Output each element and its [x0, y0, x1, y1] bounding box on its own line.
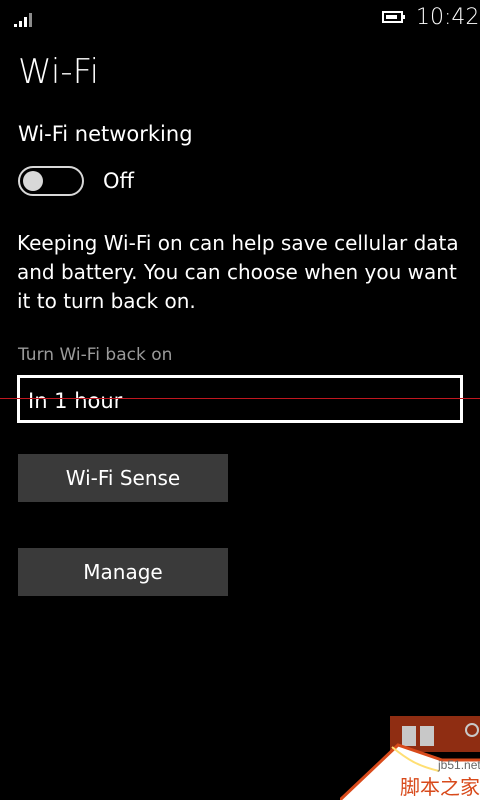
- page-title: Wi-Fi: [18, 52, 100, 92]
- status-time: 10:42: [416, 5, 480, 30]
- turn-wifi-back-on-label: Turn Wi-Fi back on: [18, 345, 173, 365]
- battery-icon: [382, 11, 405, 23]
- signal-strength-icon: [14, 13, 32, 27]
- turn-wifi-back-on-select[interactable]: In 1 hour: [17, 375, 463, 423]
- wifi-networking-label: Wi-Fi networking: [18, 122, 193, 146]
- wifi-toggle-switch[interactable]: [18, 166, 84, 196]
- wifi-toggle-state: Off: [103, 169, 134, 193]
- status-bar: 10:42: [0, 0, 480, 36]
- toggle-thumb: [23, 171, 43, 191]
- jb51-watermark-logo: jb51.net 脚本之家: [340, 716, 480, 800]
- manage-button[interactable]: Manage: [18, 548, 228, 596]
- wifi-description: Keeping Wi-Fi on can help save cellular …: [17, 231, 459, 313]
- accent-line: [0, 398, 480, 399]
- wifi-sense-button[interactable]: Wi-Fi Sense: [18, 454, 228, 502]
- svg-text:脚本之家: 脚本之家: [400, 775, 480, 799]
- svg-text:jb51.net: jb51.net: [437, 758, 480, 772]
- selected-duration: In 1 hour: [28, 389, 123, 413]
